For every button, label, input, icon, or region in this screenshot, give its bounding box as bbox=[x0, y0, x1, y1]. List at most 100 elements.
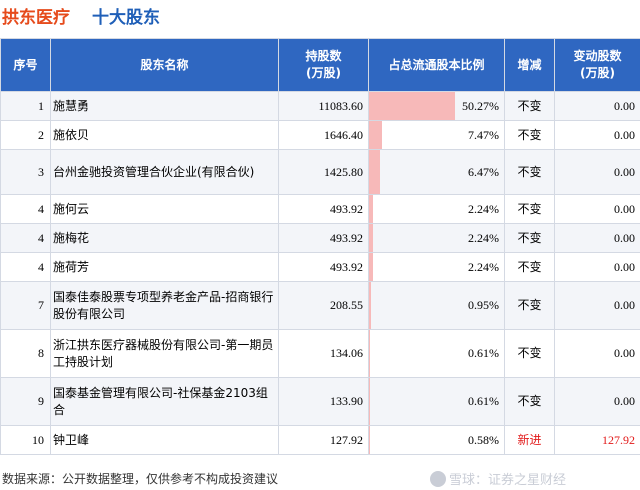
ratio-bar bbox=[369, 150, 380, 194]
ratio-value: 0.61% bbox=[468, 394, 499, 408]
ratio-value: 2.24% bbox=[468, 201, 499, 216]
rank-cell: 9 bbox=[0, 377, 51, 426]
brand-label: 雪球：证券之星财经 bbox=[449, 473, 567, 488]
rank-cell: 3 bbox=[0, 149, 51, 195]
change-cell: 不变 bbox=[504, 223, 555, 253]
delta-cell: 0.00 bbox=[554, 223, 640, 253]
column-header-change: 增减 bbox=[504, 38, 555, 92]
shares-cell: 11083.60 bbox=[278, 91, 369, 121]
company-title: 拱东医疗 bbox=[2, 8, 70, 28]
shares-cell: 493.92 bbox=[278, 223, 369, 253]
delta-cell: 0.00 bbox=[554, 120, 640, 150]
column-header-name: 股东名称 bbox=[50, 38, 279, 92]
ratio-value: 2.24% bbox=[468, 230, 499, 245]
ratio-bar bbox=[369, 282, 371, 329]
holder-name-cell: 浙江拱东医疗器械股份有限公司-第一期员工持股计划 bbox=[50, 329, 279, 378]
data-source-note: 数据来源：公开数据整理，仅供参考不构成投资建议 bbox=[2, 472, 279, 486]
rank-cell: 10 bbox=[0, 425, 51, 455]
table-row: 9 国泰基金管理有限公司-社保基金2103组合 133.90 0.61% 不变 0.00 bbox=[0, 377, 640, 426]
table-row: 10 钟卫峰 127.92 0.58% 新进 127.92 bbox=[0, 425, 640, 455]
delta-cell: 0.00 bbox=[554, 91, 640, 121]
column-header-shares: 持股数 (万股) bbox=[278, 38, 369, 92]
change-cell: 新进 bbox=[504, 425, 555, 455]
delta-cell: 0.00 bbox=[554, 281, 640, 330]
footer: 数据来源：公开数据整理，仅供参考不构成投资建议 雪球：证券之星财经 bbox=[0, 466, 640, 490]
snowball-logo-icon bbox=[430, 471, 446, 487]
holder-name-cell: 钟卫峰 bbox=[50, 425, 279, 455]
change-cell: 不变 bbox=[504, 120, 555, 150]
ratio-cell: 2.24% bbox=[368, 252, 505, 282]
section-title: 十大股东 bbox=[92, 8, 160, 28]
table-row: 2 施依贝 1646.40 7.47% 不变 0.00 bbox=[0, 120, 640, 150]
ratio-cell: 2.24% bbox=[368, 194, 505, 224]
change-cell: 不变 bbox=[504, 149, 555, 195]
ratio-value: 2.24% bbox=[468, 259, 499, 274]
shares-cell: 1646.40 bbox=[278, 120, 369, 150]
change-cell: 不变 bbox=[504, 377, 555, 426]
ratio-cell: 0.61% bbox=[368, 377, 505, 426]
holder-name-cell: 施慧勇 bbox=[50, 91, 279, 121]
shares-cell: 493.92 bbox=[278, 252, 369, 282]
table-row: 3 台州金驰投资管理合伙企业(有限合伙) 1425.80 6.47% 不变 0.00 bbox=[0, 149, 640, 195]
table-header-row: 序号 股东名称 持股数 (万股) 占总流通股本比例 增减 变动股数 (万股) bbox=[0, 38, 640, 92]
ratio-value: 0.61% bbox=[468, 346, 499, 360]
rank-cell: 4 bbox=[0, 252, 51, 282]
table-row: 4 施荷芳 493.92 2.24% 不变 0.00 bbox=[0, 252, 640, 282]
ratio-bar bbox=[369, 253, 373, 281]
ratio-value: 0.95% bbox=[468, 298, 499, 312]
ratio-bar bbox=[369, 224, 373, 252]
table-row: 1 施慧勇 11083.60 50.27% 不变 0.00 bbox=[0, 91, 640, 121]
delta-cell: 0.00 bbox=[554, 149, 640, 195]
holder-name-cell: 国泰佳泰股票专项型养老金产品-招商银行股份有限公司 bbox=[50, 281, 279, 330]
holder-name-cell: 国泰基金管理有限公司-社保基金2103组合 bbox=[50, 377, 279, 426]
ratio-cell: 2.24% bbox=[368, 223, 505, 253]
ratio-cell: 0.95% bbox=[368, 281, 505, 330]
ratio-cell: 0.61% bbox=[368, 329, 505, 378]
table-row: 4 施梅花 493.92 2.24% 不变 0.00 bbox=[0, 223, 640, 253]
rank-cell: 2 bbox=[0, 120, 51, 150]
holder-name-cell: 施梅花 bbox=[50, 223, 279, 253]
delta-cell: 0.00 bbox=[554, 329, 640, 378]
rank-cell: 8 bbox=[0, 329, 51, 378]
rank-cell: 4 bbox=[0, 194, 51, 224]
holder-name-cell: 施依贝 bbox=[50, 120, 279, 150]
holder-name-cell: 施荷芳 bbox=[50, 252, 279, 282]
shares-cell: 1425.80 bbox=[278, 149, 369, 195]
rank-cell: 7 bbox=[0, 281, 51, 330]
ratio-cell: 6.47% bbox=[368, 149, 505, 195]
shares-cell: 133.90 bbox=[278, 377, 369, 426]
ratio-value: 0.58% bbox=[468, 432, 499, 447]
ratio-cell: 0.58% bbox=[368, 425, 505, 455]
delta-cell: 0.00 bbox=[554, 252, 640, 282]
ratio-value: 7.47% bbox=[468, 127, 499, 142]
shares-cell: 208.55 bbox=[278, 281, 369, 330]
change-cell: 不变 bbox=[504, 194, 555, 224]
column-header-rank: 序号 bbox=[0, 38, 51, 92]
top-ten-holders-table: 序号 股东名称 持股数 (万股) 占总流通股本比例 增减 变动股数 (万股) 1… bbox=[0, 38, 640, 455]
ratio-value: 6.47% bbox=[468, 164, 499, 179]
ratio-value: 50.27% bbox=[462, 98, 499, 113]
shares-cell: 134.06 bbox=[278, 329, 369, 378]
change-cell: 不变 bbox=[504, 91, 555, 121]
delta-cell: 0.00 bbox=[554, 194, 640, 224]
rank-cell: 4 bbox=[0, 223, 51, 253]
holder-name-cell: 施何云 bbox=[50, 194, 279, 224]
brand-watermark: 雪球：证券之星财经 bbox=[430, 469, 566, 488]
shares-cell: 493.92 bbox=[278, 194, 369, 224]
column-header-ratio: 占总流通股本比例 bbox=[368, 38, 505, 92]
ratio-bar bbox=[369, 330, 370, 377]
delta-cell: 0.00 bbox=[554, 377, 640, 426]
table-row: 4 施何云 493.92 2.24% 不变 0.00 bbox=[0, 194, 640, 224]
title-bar: 拱东医疗 十大股东 bbox=[0, 0, 640, 30]
ratio-bar bbox=[369, 378, 370, 425]
delta-cell: 127.92 bbox=[554, 425, 640, 455]
ratio-bar bbox=[369, 121, 382, 149]
table-row: 7 国泰佳泰股票专项型养老金产品-招商银行股份有限公司 208.55 0.95% 不变 0… bbox=[0, 281, 640, 330]
ratio-bar bbox=[369, 195, 373, 223]
rank-cell: 1 bbox=[0, 91, 51, 121]
ratio-cell: 7.47% bbox=[368, 120, 505, 150]
ratio-cell: 50.27% bbox=[368, 91, 505, 121]
change-cell: 不变 bbox=[504, 329, 555, 378]
ratio-bar bbox=[369, 92, 455, 120]
change-cell: 不变 bbox=[504, 252, 555, 282]
